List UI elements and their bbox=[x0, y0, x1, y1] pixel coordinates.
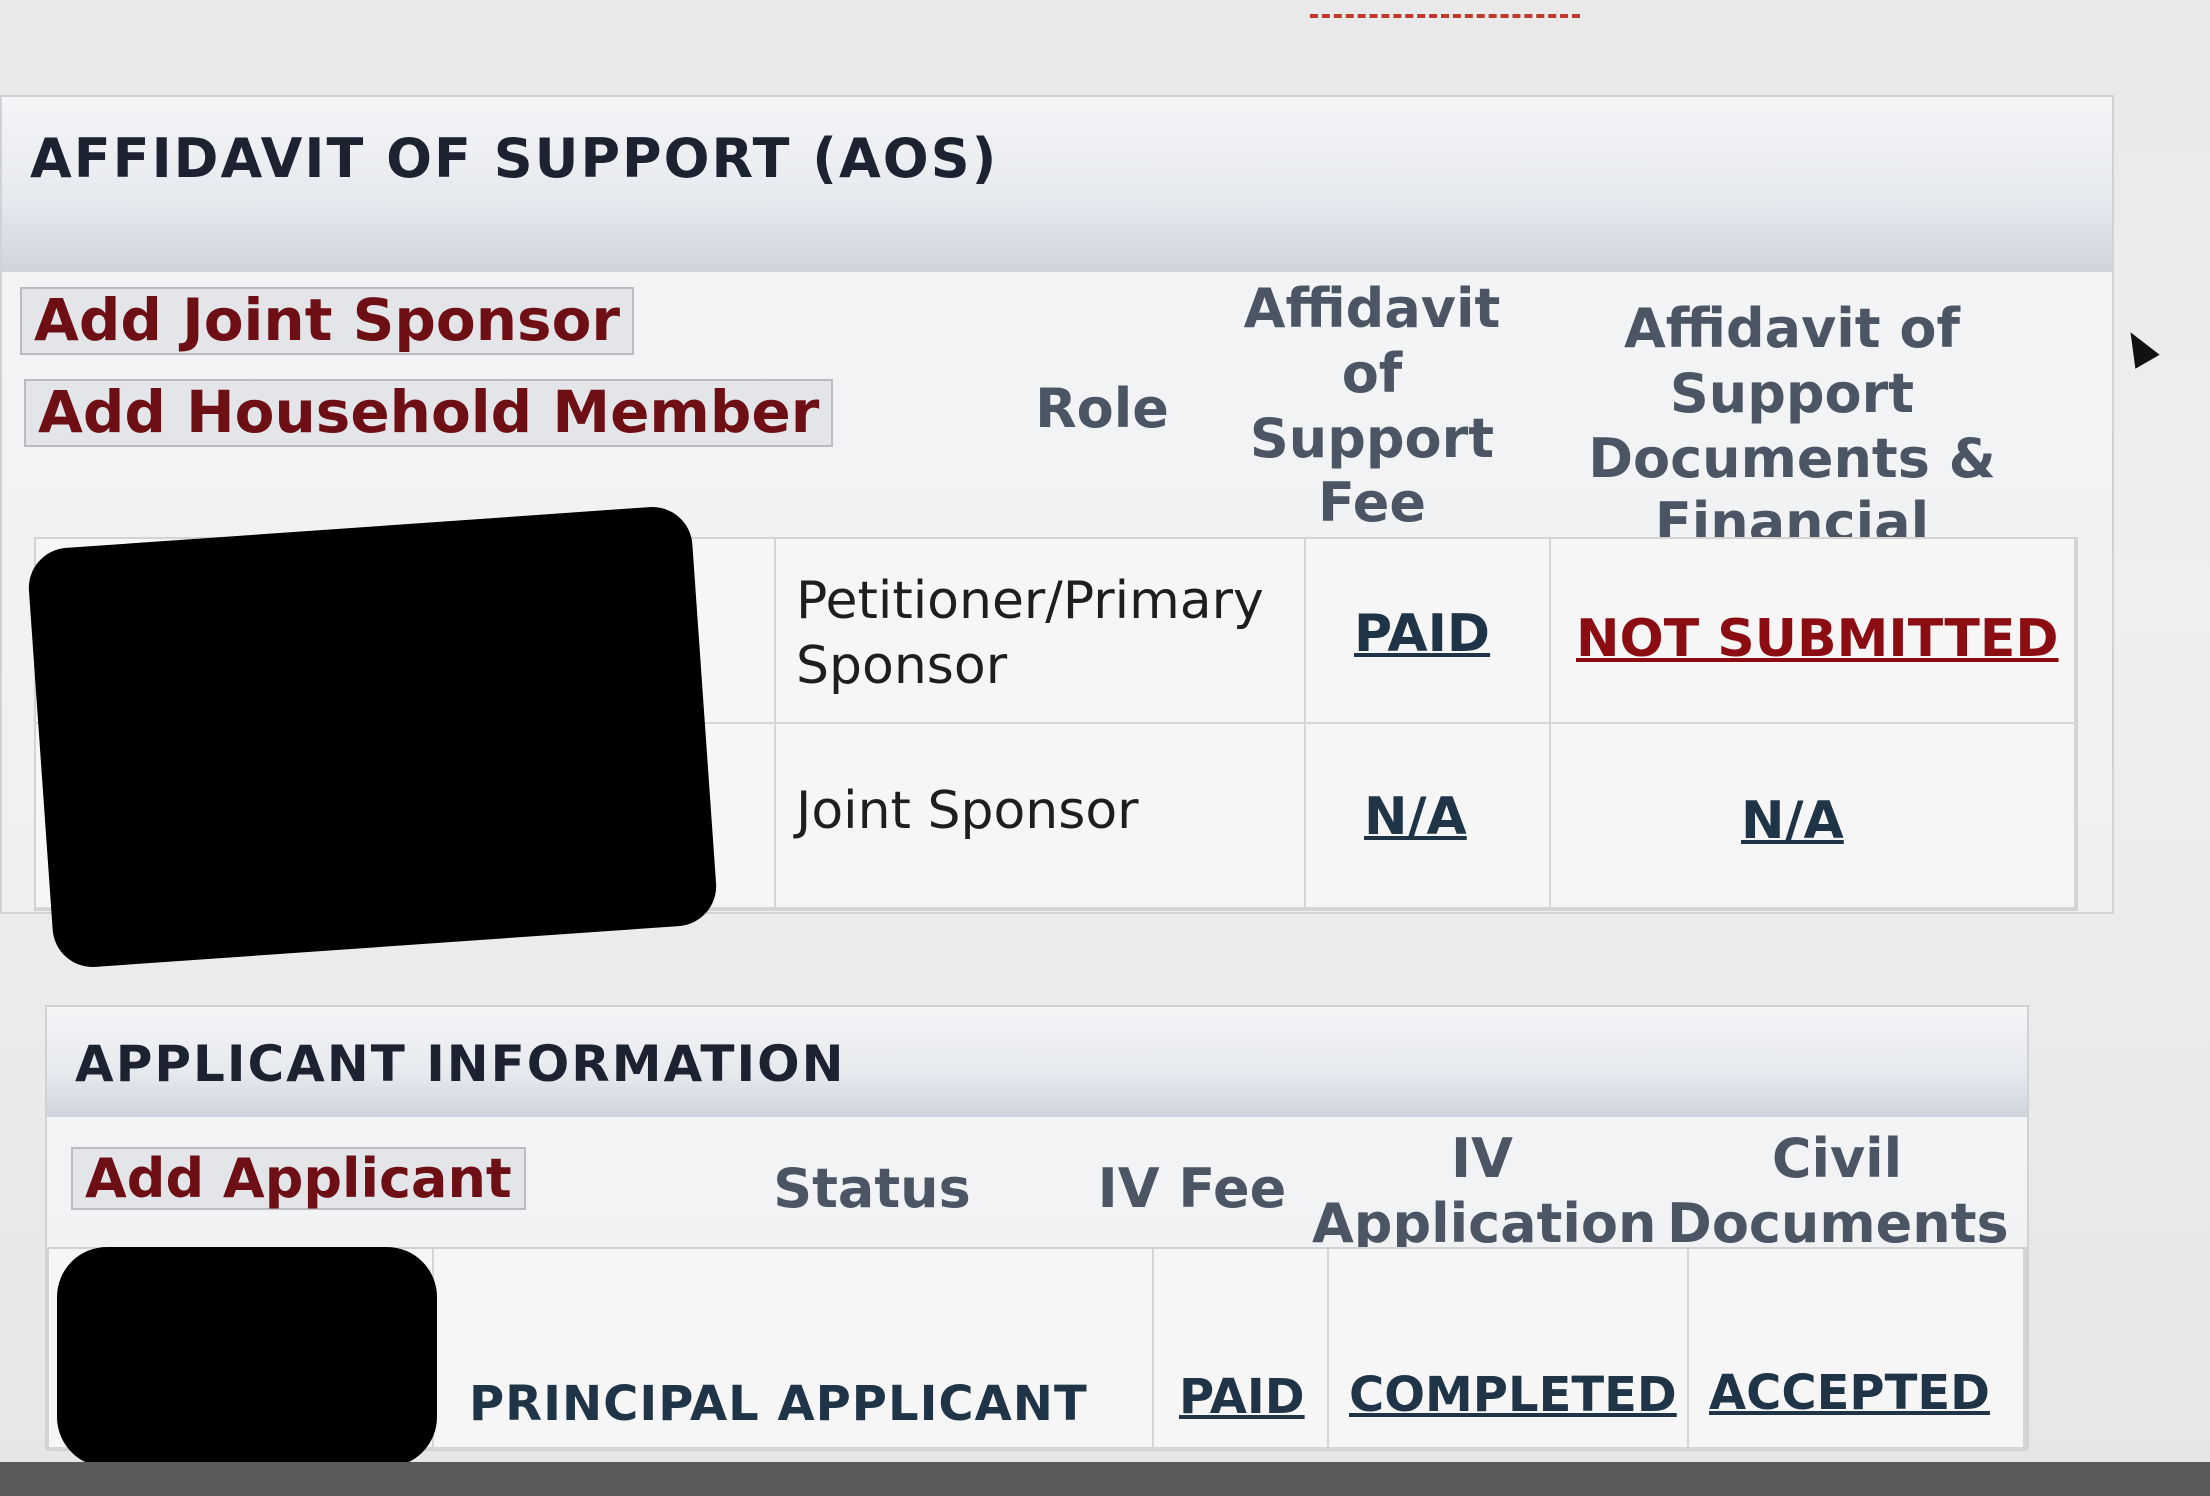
row1-fee-status-link[interactable]: PAID bbox=[1354, 604, 1490, 664]
section-title-applicant: APPLICANT INFORMATION bbox=[47, 1007, 2027, 1117]
add-joint-sponsor-button[interactable]: Add Joint Sponsor bbox=[20, 287, 635, 355]
applicant-information-panel: APPLICANT INFORMATION Add Applicant Stat… bbox=[45, 1005, 2029, 1467]
header-role: Role bbox=[1035, 377, 1169, 440]
applicant-iv-fee-link[interactable]: PAID bbox=[1179, 1369, 1305, 1425]
applicant-status: PRINCIPAL APPLICANT bbox=[469, 1376, 1088, 1432]
row1-documents-status-link[interactable]: NOT SUBMITTED bbox=[1576, 609, 2059, 669]
applicant-iv-application-link[interactable]: COMPLETED bbox=[1349, 1367, 1677, 1423]
header-iv-application: IV Application bbox=[1312, 1127, 1657, 1255]
row2-role: Joint Sponsor bbox=[796, 781, 1139, 841]
row2-fee-status-link[interactable]: N/A bbox=[1364, 787, 1467, 847]
affidavit-of-support-panel: AFFIDAVIT OF SUPPORT (AOS) Add Joint Spo… bbox=[0, 95, 2114, 970]
redaction-block bbox=[26, 504, 719, 970]
mouse-pointer-icon bbox=[2118, 325, 2160, 369]
redaction-block bbox=[57, 1247, 437, 1467]
row2-documents-status-link[interactable]: N/A bbox=[1741, 791, 1844, 851]
row1-role: Petitioner/Primary Sponsor bbox=[796, 571, 1264, 696]
header-status: Status bbox=[773, 1157, 971, 1220]
decorative-dashed-line bbox=[1310, 0, 1580, 18]
applicant-civil-documents-link[interactable]: ACCEPTED bbox=[1709, 1365, 1990, 1421]
add-applicant-button[interactable]: Add Applicant bbox=[71, 1147, 526, 1211]
screen-bezel bbox=[0, 1462, 2210, 1496]
add-household-member-button[interactable]: Add Household Member bbox=[24, 379, 834, 447]
header-civil-documents: Civil Documents bbox=[1667, 1127, 2009, 1255]
section-title-aos: AFFIDAVIT OF SUPPORT (AOS) bbox=[2, 97, 2112, 272]
header-aos-fee: Affidavit of Support Fee bbox=[1243, 277, 1501, 535]
header-iv-fee: IV Fee bbox=[1097, 1157, 1287, 1220]
